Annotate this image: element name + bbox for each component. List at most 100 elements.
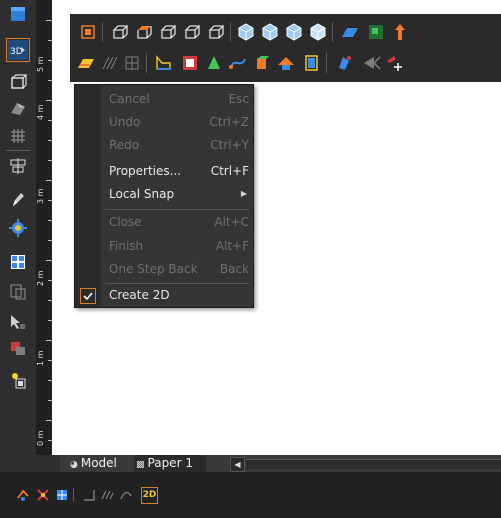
view-front-icon[interactable] [78,22,98,42]
extend-icon[interactable] [362,53,382,73]
menu-item-local-snap[interactable]: Local Snap ▶ [109,184,249,204]
plane-icon[interactable] [340,22,360,42]
menu-gutter [75,85,101,307]
layers-icon[interactable] [8,4,28,24]
ruler-label: 2 m [36,270,45,286]
align-icon[interactable] [8,156,28,176]
tools-icon[interactable] [36,488,50,502]
ruler-label: 3 m [36,188,45,204]
menu-item-shortcut: Ctrl+Z [209,115,249,129]
cone-icon[interactable] [204,53,224,73]
menu-item-label: Close [109,215,142,229]
view-back-icon[interactable] [206,22,226,42]
menu-item-undo[interactable]: Undo Ctrl+Z [109,112,249,132]
menu-item-shortcut: Alt+F [215,239,249,253]
menu-item-label: Finish [109,239,144,253]
camera-icon[interactable] [366,22,386,42]
menu-item-one-step-back[interactable]: One Step Back Back [109,259,249,279]
menu-item-label: Create 2D [109,288,170,302]
menu-item-create-2d[interactable]: Create 2D [109,285,249,305]
iso-view-icon[interactable] [236,22,256,42]
menu-item-shortcut: Ctrl+Y [210,138,249,152]
menu-item-label: One Step Back [109,262,198,276]
toggle-2d-button[interactable]: 2D [141,487,158,504]
iso-view-icon[interactable] [284,22,304,42]
pattern-icon[interactable] [100,53,120,73]
frame-icon[interactable] [180,53,200,73]
gear-icon[interactable] [8,218,28,238]
menu-separator [105,283,249,284]
view-toolbar [70,14,501,82]
menu-item-label: Undo [109,115,141,129]
hatch-toggle-icon[interactable] [100,488,114,502]
ruler-label: 0 m [36,430,45,446]
3d-view-icon[interactable]: 3D [6,38,30,62]
menu-item-label: Local Snap [109,187,175,201]
tab-scroll-left-button[interactable]: ◀ [230,457,245,472]
ortho-icon[interactable] [82,488,96,502]
pointer-icon[interactable] [8,312,28,332]
menu-item-close[interactable]: Close Alt+C [109,212,249,232]
horizontal-scrollbar[interactable] [246,459,501,469]
checkmark-icon[interactable] [80,288,96,304]
view-side-icon[interactable] [134,22,154,42]
menu-item-label: Properties... [109,164,182,178]
tab-paper-1[interactable]: ▩ Paper 1 [134,455,206,472]
status-bar: 2D [0,472,501,518]
curve-icon[interactable] [228,53,248,73]
view-top-icon[interactable] [110,22,130,42]
menu-item-label: Cancel [109,92,150,106]
grid-toggle-icon[interactable] [55,488,69,502]
hatch-icon[interactable] [76,53,96,73]
toolbar-separator [6,150,30,151]
toolbar-row-views [70,19,501,45]
tab-bar-left-area [0,455,60,472]
view-right-icon[interactable] [182,22,202,42]
ruler-label: 5 m [36,56,45,72]
paint-icon[interactable] [334,53,354,73]
iso-view-icon[interactable] [308,22,328,42]
menu-item-label: Redo [109,138,140,152]
menu-item-shortcut: Alt+C [214,215,249,229]
person-icon[interactable] [390,22,410,42]
paper-icon: ▩ [136,460,145,470]
menu-item-shortcut: Ctrl+F [210,164,249,178]
menu-item-finish[interactable]: Finish Alt+F [109,236,249,256]
ruler-label: 4 m [36,104,45,120]
tab-bar: ◕ Model ▩ Paper 1 ◀ [60,455,501,472]
stairs-icon[interactable] [154,53,174,73]
box-icon[interactable] [8,72,28,92]
grid-view-icon[interactable] [8,252,28,272]
menu-item-properties[interactable]: Properties... Ctrl+F [109,161,249,181]
solid-icon[interactable] [252,53,272,73]
model-icon: ◕ [70,460,78,470]
snap-icon[interactable] [16,488,30,502]
tab-paper-1-label: Paper 1 [147,456,193,470]
roof-icon[interactable] [276,53,296,73]
3d-view-label: 3D [10,47,23,57]
tab-model-label: Model [80,456,117,470]
menu-item-shortcut: Esc [228,92,249,106]
door-icon[interactable] [302,53,322,73]
view-left-icon[interactable] [158,22,178,42]
move-icon[interactable] [384,53,404,73]
toolbar-row-tools [70,50,501,76]
context-menu: Cancel Esc Undo Ctrl+Z Redo Ctrl+Y Prope… [74,84,254,308]
layout-icon[interactable] [8,282,28,302]
light-icon[interactable] [8,370,28,390]
menu-item-cancel[interactable]: Cancel Esc [109,89,249,109]
render-icon[interactable] [8,338,28,358]
grid-pattern-icon[interactable] [8,126,28,146]
iso-view-icon[interactable] [260,22,280,42]
status-separator [73,488,74,502]
menu-item-redo[interactable]: Redo Ctrl+Y [109,135,249,155]
grid-icon[interactable] [122,53,142,73]
curve-snap-icon[interactable] [119,488,133,502]
submenu-arrow-icon: ▶ [240,189,247,198]
pencil-icon[interactable] [8,190,28,210]
left-toolbar: 3D [0,0,36,455]
menu-separator [105,209,249,210]
shaded-solid-icon[interactable] [8,98,28,118]
ruler-label: 1 m [36,350,45,366]
tab-model[interactable]: ◕ Model [68,455,117,472]
